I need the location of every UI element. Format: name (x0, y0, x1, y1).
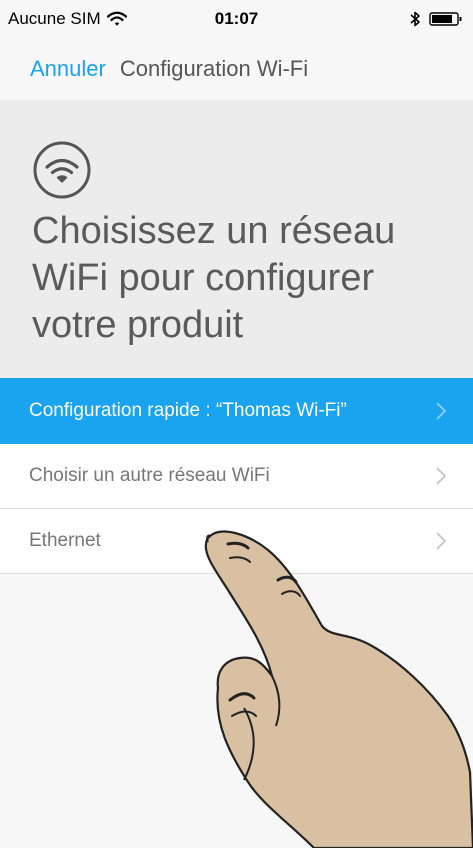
page-title: Configuration Wi-Fi (119, 56, 309, 81)
header-panel: Choisissez un réseau WiFi pour configure… (0, 100, 473, 378)
chevron-right-icon (436, 402, 447, 420)
navigation-bar: Annuler Configuration Wi-Fi (0, 38, 473, 100)
option-label: Ethernet (29, 530, 101, 551)
option-label: Choisir un autre réseau WiFi (29, 465, 270, 486)
option-quick-setup[interactable]: Configuration rapide : “Thomas Wi-Fi” (0, 378, 473, 444)
bluetooth-icon (410, 11, 420, 27)
status-indicators (409, 10, 463, 28)
wifi-icon (33, 141, 91, 199)
chevron-right-icon (436, 467, 447, 485)
status-time: 01:07 (214, 9, 259, 28)
status-bar: Aucune SIM 01:07 (0, 0, 473, 38)
battery-icon (429, 12, 462, 26)
headline: Choisissez un réseau WiFi pour configure… (32, 210, 396, 346)
cancel-button[interactable]: Annuler (30, 56, 106, 82)
pointing-hand-illustration (204, 530, 473, 848)
option-label: Configuration rapide : “Thomas Wi-Fi” (29, 400, 347, 421)
option-other-network[interactable]: Choisir un autre réseau WiFi (0, 444, 473, 509)
